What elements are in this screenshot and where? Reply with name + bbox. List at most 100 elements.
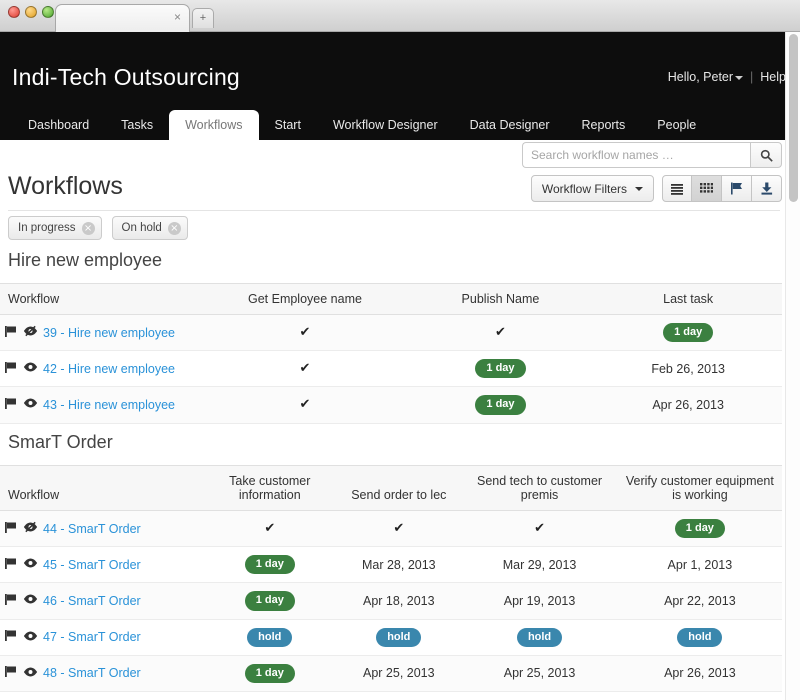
flag-icon xyxy=(730,182,742,195)
workflow-filters-label: Workflow Filters xyxy=(541,181,627,196)
download-button[interactable] xyxy=(752,175,782,202)
chevron-down-icon xyxy=(735,75,744,80)
workflow-cell: 44 - SmarT Order xyxy=(0,510,204,548)
nav-tab-start[interactable]: Start xyxy=(259,110,317,140)
workflow-link[interactable]: 44 - SmarT Order xyxy=(43,522,141,536)
column-header: Send tech to customer premis xyxy=(461,465,618,511)
flag-icon-button[interactable] xyxy=(4,593,18,609)
eye-icon-button[interactable] xyxy=(23,593,38,608)
table-row[interactable]: 47 - SmarT Order hold hold hold hold xyxy=(0,619,782,656)
workflow-link[interactable]: 39 - Hire new employee xyxy=(43,326,175,340)
window-titlebar: × + xyxy=(0,0,800,32)
eye-icon-button[interactable] xyxy=(23,397,38,412)
table-row[interactable]: 42 - Hire new employee ✔ 1 day Feb 26, 2013 xyxy=(0,350,782,388)
eye-slash-icon-button[interactable] xyxy=(23,521,38,536)
eye-icon xyxy=(23,594,38,604)
column-header: Verify customer equipment is working xyxy=(617,465,782,511)
workflow-cell: 45 - SmarT Order xyxy=(0,546,204,584)
flag-view-button[interactable] xyxy=(722,175,752,202)
eye-icon xyxy=(23,667,38,677)
table-row[interactable]: 45 - SmarT Order 1 day Mar 28, 2013 Mar 29,… xyxy=(0,546,782,584)
flag-icon-button[interactable] xyxy=(4,361,18,377)
nav-tab-workflow-designer[interactable]: Workflow Designer xyxy=(317,110,454,140)
eye-slash-icon-button[interactable] xyxy=(23,325,38,340)
nav-tab-reports[interactable]: Reports xyxy=(566,110,642,140)
browser-tab[interactable]: × xyxy=(55,4,190,32)
nav-tab-dashboard[interactable]: Dashboard xyxy=(12,110,105,140)
flag-icon xyxy=(5,361,16,373)
page-scrollbar[interactable] xyxy=(785,32,800,700)
table-row[interactable]: 43 - Hire new employee ✔ 1 day Apr 26, 2013 xyxy=(0,386,782,424)
task-date-cell: May 6, 2013 xyxy=(617,691,782,700)
nav-tab-workflows[interactable]: Workflows xyxy=(169,110,259,140)
grid-view-icon xyxy=(700,182,713,193)
eye-icon xyxy=(23,631,38,641)
search-button[interactable] xyxy=(750,142,782,168)
task-date-cell: Mar 29, 2013 xyxy=(461,546,618,584)
flag-icon-button[interactable] xyxy=(4,521,18,537)
workflow-link[interactable]: 42 - Hire new employee xyxy=(43,362,175,376)
task-date-cell: Apr 25, 2013 xyxy=(336,655,462,692)
filter-chip-on-hold[interactable]: On hold × xyxy=(111,216,188,240)
workflow-cell: 42 - Hire new employee xyxy=(0,350,204,388)
workflow-link[interactable]: 48 - SmarT Order xyxy=(43,666,141,680)
eye-icon-button[interactable] xyxy=(23,361,38,376)
flag-icon-button[interactable] xyxy=(4,629,18,645)
grid-view-button[interactable] xyxy=(692,175,722,202)
user-menu-area: Hello, Peter | Help xyxy=(668,70,786,84)
flag-icon-button[interactable] xyxy=(4,397,18,413)
workflow-cell: 43 - Hire new employee xyxy=(0,386,204,424)
nav-tab-data-designer[interactable]: Data Designer xyxy=(454,110,566,140)
flag-icon xyxy=(5,397,16,409)
status-badge: 1 day xyxy=(475,359,526,379)
workflow-cell: 39 - Hire new employee xyxy=(0,314,204,352)
status-badge: 1 day xyxy=(244,591,295,611)
scrollbar-thumb[interactable] xyxy=(789,34,798,202)
flag-icon-button[interactable] xyxy=(4,665,18,681)
close-icon[interactable]: × xyxy=(81,221,95,235)
search-row xyxy=(522,142,782,168)
filter-chip-in-progress[interactable]: In progress × xyxy=(8,216,102,240)
zoom-window-button[interactable] xyxy=(42,6,54,18)
search-input[interactable] xyxy=(522,142,750,168)
column-header: Last task xyxy=(594,283,782,315)
table-row[interactable]: 39 - Hire new employee ✔ ✔ 1 day xyxy=(0,314,782,352)
close-icon[interactable]: × xyxy=(167,221,181,235)
close-icon[interactable]: × xyxy=(174,11,181,23)
checkmark-icon: ✔ xyxy=(393,521,405,537)
eye-icon-button[interactable] xyxy=(23,630,38,645)
flag-icon-button[interactable] xyxy=(4,325,18,341)
workflow-link[interactable]: 46 - SmarT Order xyxy=(43,594,141,608)
flag-icon-button[interactable] xyxy=(4,557,18,573)
new-tab-button[interactable]: + xyxy=(192,8,214,28)
close-window-button[interactable] xyxy=(8,6,20,18)
table-row[interactable]: 46 - SmarT Order 1 day Apr 18, 2013 Apr 19,… xyxy=(0,582,782,620)
workflow-filters-button[interactable]: Workflow Filters xyxy=(530,175,654,202)
task-status-cell: 1 day xyxy=(594,314,782,352)
list-view-button[interactable] xyxy=(662,175,692,202)
application-viewport: Indi-Tech Outsourcing Hello, Peter | Hel… xyxy=(0,32,800,700)
workflow-cell: 48 - SmarT Order xyxy=(0,655,204,692)
eye-icon-button[interactable] xyxy=(23,557,38,572)
workflow-section: SmarT Order Workflow Take customer informa… xyxy=(0,432,782,700)
nav-tab-people[interactable]: People xyxy=(641,110,712,140)
filter-chip-label: On hold xyxy=(121,222,162,234)
table-row[interactable]: 48 - SmarT Order 1 day Apr 25, 2013 Apr 25,… xyxy=(0,655,782,692)
table-row[interactable]: 49 - SmarT Order1 dayMay 3, 2013May 3, 2… xyxy=(0,691,782,700)
task-date-cell: Apr 26, 2013 xyxy=(617,655,782,692)
column-header: Workflow xyxy=(0,465,204,511)
task-date-cell: Apr 25, 2013 xyxy=(461,655,618,692)
minimize-window-button[interactable] xyxy=(25,6,37,18)
nav-tab-tasks[interactable]: Tasks xyxy=(105,110,169,140)
title-divider xyxy=(8,210,780,211)
workflow-link[interactable]: 45 - SmarT Order xyxy=(43,558,141,572)
eye-icon-button[interactable] xyxy=(23,666,38,681)
task-status-cell: ✔ xyxy=(203,314,407,352)
user-menu-button[interactable]: Hello, Peter xyxy=(668,70,744,84)
search-icon xyxy=(760,149,773,162)
table-row[interactable]: 44 - SmarT Order ✔ ✔ ✔ 1 day xyxy=(0,510,782,548)
workflow-link[interactable]: 43 - Hire new employee xyxy=(43,398,175,412)
help-link[interactable]: Help xyxy=(760,70,786,84)
task-status-cell: 1 day xyxy=(203,546,337,584)
workflow-link[interactable]: 47 - SmarT Order xyxy=(43,630,141,644)
